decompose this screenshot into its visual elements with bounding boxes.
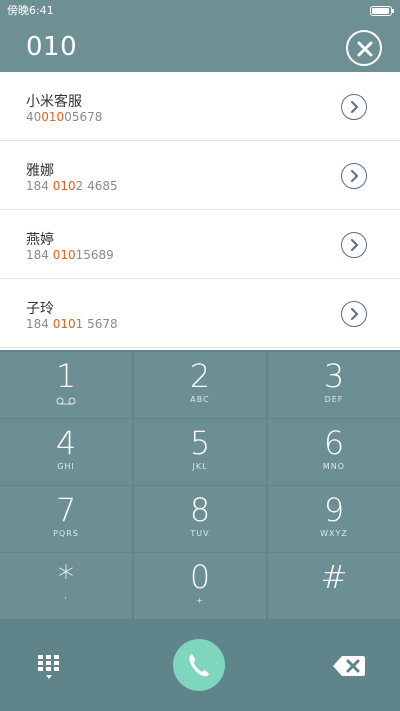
status-bar: 傍晚6:41: [0, 0, 400, 22]
grid-icon: [38, 655, 59, 679]
key-9[interactable]: 9 WXYZ: [268, 486, 400, 552]
key-digit: 0: [189, 558, 211, 596]
contact-name: 雅娜: [26, 163, 54, 179]
phone-icon: [189, 654, 209, 677]
backspace-button[interactable]: [332, 654, 366, 682]
dialed-number: 010: [26, 32, 78, 62]
contact-result-row[interactable]: 雅娜 184 0102 4685: [0, 141, 400, 210]
key-digit: 4: [55, 424, 77, 462]
key-digit: *: [58, 558, 74, 596]
key-letters: GHI: [57, 462, 75, 471]
matched-digits: 010: [52, 179, 76, 193]
key-letters: ABC: [190, 395, 210, 404]
dialer-header: 傍晚6:41 010: [0, 0, 400, 72]
contact-detail-button[interactable]: [341, 163, 367, 189]
key-letters: JKL: [192, 462, 208, 471]
key-2[interactable]: 2 ABC: [134, 352, 266, 418]
key-digit: #: [320, 558, 348, 596]
chevron-right-icon: [351, 101, 358, 113]
contact-result-row[interactable]: 燕婷 184 01015689: [0, 210, 400, 279]
key-digit: 3: [323, 357, 345, 395]
key-digit: 7: [55, 491, 77, 529]
key-5[interactable]: 5 JKL: [134, 419, 266, 485]
contact-name: 燕婷: [26, 232, 54, 248]
key-6[interactable]: 6 MNO: [268, 419, 400, 485]
key-0[interactable]: 0 +: [134, 553, 266, 619]
key-letters: TUV: [190, 529, 210, 538]
clear-button[interactable]: [346, 30, 382, 66]
key-digit: 2: [189, 357, 211, 395]
contact-number: 184 01015689: [26, 248, 114, 262]
contact-detail-button[interactable]: [341, 94, 367, 120]
key-star[interactable]: * ': [0, 553, 132, 619]
close-icon: [357, 41, 373, 57]
key-4[interactable]: 4 GHI: [0, 419, 132, 485]
key-letters: ': [64, 596, 68, 605]
matched-digits: 010: [41, 110, 65, 124]
key-3[interactable]: 3 DEF: [268, 352, 400, 418]
key-digit: 9: [323, 491, 345, 529]
dial-keypad: 1 2 ABC 3 DEF 4 GHI 5 JKL 6 MNO 7 PQRS 8…: [0, 352, 400, 620]
matched-digits: 010: [52, 317, 76, 331]
status-time: 傍晚6:41: [7, 4, 54, 17]
key-7[interactable]: 7 PQRS: [0, 486, 132, 552]
contact-name: 子玲: [26, 301, 54, 317]
contact-number: 4001005678: [26, 110, 103, 124]
key-8[interactable]: 8 TUV: [134, 486, 266, 552]
key-letters: WXYZ: [320, 529, 348, 538]
key-digit: 8: [189, 491, 211, 529]
chevron-right-icon: [351, 239, 358, 251]
contact-result-row[interactable]: 子玲 184 0101 5678: [0, 279, 400, 348]
key-letters: PQRS: [53, 529, 79, 538]
backspace-icon: [333, 656, 365, 676]
key-digit: 5: [189, 424, 211, 462]
contact-detail-button[interactable]: [341, 301, 367, 327]
contact-number: 184 0101 5678: [26, 317, 118, 331]
matched-digits: 010: [52, 248, 76, 262]
battery-icon: [370, 6, 394, 16]
voicemail-icon: [56, 397, 76, 405]
contact-number: 184 0102 4685: [26, 179, 118, 193]
contact-detail-button[interactable]: [341, 232, 367, 258]
keypad-toggle-button[interactable]: [37, 654, 61, 684]
key-digit: 6: [323, 424, 345, 462]
chevron-right-icon: [351, 170, 358, 182]
key-letters: MNO: [322, 462, 346, 471]
call-button[interactable]: [173, 639, 225, 691]
dialer-action-bar: [0, 620, 400, 711]
key-letters: +: [196, 596, 204, 605]
contact-results-list: 小米客服 4001005678 雅娜 184 0102 4685 燕婷 184 …: [0, 72, 400, 350]
key-digit: 1: [55, 357, 77, 395]
chevron-right-icon: [351, 308, 358, 320]
key-letters: DEF: [324, 395, 344, 404]
contact-name: 小米客服: [26, 94, 82, 110]
key-1[interactable]: 1: [0, 352, 132, 418]
contact-result-row[interactable]: 小米客服 4001005678: [0, 72, 400, 141]
key-hash[interactable]: #: [268, 553, 400, 619]
